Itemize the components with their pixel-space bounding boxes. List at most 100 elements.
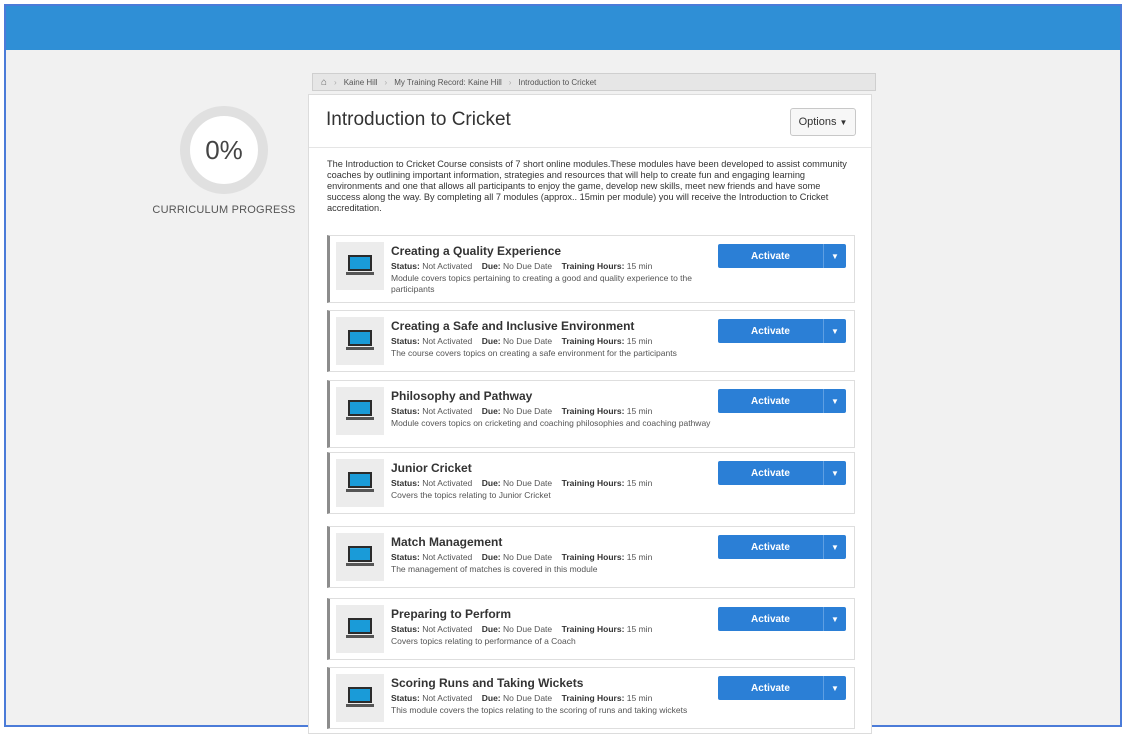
module-thumbnail (336, 605, 384, 653)
status-value: Not Activated (422, 261, 473, 271)
laptop-icon (346, 618, 374, 640)
module-title[interactable]: Scoring Runs and Taking Wickets (391, 676, 583, 690)
laptop-icon (346, 400, 374, 422)
breadcrumb-item-user[interactable]: Kaine Hill (344, 78, 378, 87)
laptop-icon (346, 330, 374, 352)
module-card[interactable]: Philosophy and Pathway Status: Not Activ… (327, 380, 855, 448)
activate-button[interactable]: Activate (718, 607, 824, 631)
course-panel: Introduction to Cricket Options ▼ The In… (308, 94, 872, 734)
status-label: Status: (391, 693, 420, 703)
hours-label: Training Hours: (561, 478, 625, 488)
activate-button-group: Activate ▼ (718, 389, 846, 413)
due-value: No Due Date (503, 693, 553, 703)
hours-value: 15 min (626, 478, 653, 488)
module-meta: Status: Not Activated Due: No Due Date T… (391, 406, 652, 416)
due-value: No Due Date (503, 406, 553, 416)
status-label: Status: (391, 478, 420, 488)
course-header: Introduction to Cricket Options ▼ (309, 95, 871, 148)
module-thumbnail (336, 459, 384, 507)
module-thumbnail (336, 317, 384, 365)
module-description: Covers the topics relating to Junior Cri… (391, 490, 551, 500)
hours-label: Training Hours: (561, 624, 625, 634)
module-card[interactable]: Match Management Status: Not Activated D… (327, 526, 855, 588)
hours-label: Training Hours: (561, 406, 625, 416)
module-card[interactable]: Creating a Quality Experience Status: No… (327, 235, 855, 303)
activate-button[interactable]: Activate (718, 389, 824, 413)
breadcrumb-separator: › (334, 77, 337, 87)
activate-button-group: Activate ▼ (718, 461, 846, 485)
progress-label: CURRICULUM PROGRESS (152, 204, 296, 216)
options-button[interactable]: Options ▼ (790, 108, 856, 136)
status-value: Not Activated (422, 336, 473, 346)
hours-label: Training Hours: (561, 261, 625, 271)
due-label: Due: (481, 693, 501, 703)
activate-dropdown-icon[interactable]: ▼ (824, 535, 846, 559)
hours-value: 15 min (626, 406, 653, 416)
due-value: No Due Date (503, 624, 553, 634)
module-description: The management of matches is covered in … (391, 564, 598, 574)
due-value: No Due Date (503, 478, 553, 488)
activate-button[interactable]: Activate (718, 676, 824, 700)
due-label: Due: (481, 478, 501, 488)
activate-dropdown-icon[interactable]: ▼ (824, 319, 846, 343)
home-icon[interactable]: ⌂ (321, 77, 327, 88)
module-title[interactable]: Match Management (391, 535, 502, 549)
laptop-icon (346, 546, 374, 568)
module-description: Module covers topics on cricketing and c… (391, 418, 711, 428)
module-description: Covers topics relating to performance of… (391, 636, 576, 646)
hours-label: Training Hours: (561, 552, 625, 562)
activate-button[interactable]: Activate (718, 461, 824, 485)
activate-button[interactable]: Activate (718, 244, 824, 268)
due-label: Due: (481, 624, 501, 634)
due-label: Due: (481, 336, 501, 346)
status-value: Not Activated (422, 624, 473, 634)
breadcrumb: ⌂ › Kaine Hill › My Training Record: Kai… (312, 73, 876, 91)
status-value: Not Activated (422, 552, 473, 562)
module-meta: Status: Not Activated Due: No Due Date T… (391, 336, 652, 346)
module-thumbnail (336, 674, 384, 722)
status-label: Status: (391, 336, 420, 346)
module-card[interactable]: Scoring Runs and Taking Wickets Status: … (327, 667, 855, 729)
module-description: Module covers topics pertaining to creat… (391, 273, 692, 294)
breadcrumb-separator: › (384, 77, 388, 87)
status-label: Status: (391, 552, 420, 562)
hours-value: 15 min (626, 552, 653, 562)
hours-label: Training Hours: (561, 336, 625, 346)
module-thumbnail (336, 533, 384, 581)
top-header-bar (6, 6, 1120, 50)
activate-dropdown-icon[interactable]: ▼ (824, 461, 846, 485)
status-value: Not Activated (422, 693, 473, 703)
module-title[interactable]: Junior Cricket (391, 461, 472, 475)
curriculum-progress: 0% CURRICULUM PROGRESS (152, 106, 295, 216)
activate-button-group: Activate ▼ (718, 319, 846, 343)
module-meta: Status: Not Activated Due: No Due Date T… (391, 624, 652, 634)
status-label: Status: (391, 406, 420, 416)
module-title[interactable]: Preparing to Perform (391, 607, 511, 621)
breadcrumb-item-training-record[interactable]: My Training Record: Kaine Hill (394, 78, 502, 87)
module-card[interactable]: Preparing to Perform Status: Not Activat… (327, 598, 855, 660)
status-value: Not Activated (422, 406, 473, 416)
module-title[interactable]: Creating a Quality Experience (391, 244, 561, 258)
module-thumbnail (336, 242, 384, 290)
activate-button-group: Activate ▼ (718, 535, 846, 559)
activate-button[interactable]: Activate (718, 319, 824, 343)
breadcrumb-separator: › (508, 77, 512, 87)
options-label: Options (798, 116, 837, 128)
due-label: Due: (481, 406, 501, 416)
activate-dropdown-icon[interactable]: ▼ (824, 244, 846, 268)
module-card[interactable]: Creating a Safe and Inclusive Environmen… (327, 310, 855, 372)
due-value: No Due Date (503, 261, 553, 271)
progress-ring: 0% (180, 106, 268, 194)
activate-button[interactable]: Activate (718, 535, 824, 559)
due-value: No Due Date (503, 336, 553, 346)
activate-dropdown-icon[interactable]: ▼ (824, 607, 846, 631)
module-card[interactable]: Junior Cricket Status: Not Activated Due… (327, 452, 855, 514)
activate-dropdown-icon[interactable]: ▼ (824, 389, 846, 413)
laptop-icon (346, 472, 374, 494)
hours-value: 15 min (626, 693, 653, 703)
module-title[interactable]: Philosophy and Pathway (391, 389, 532, 403)
activate-dropdown-icon[interactable]: ▼ (824, 676, 846, 700)
module-title[interactable]: Creating a Safe and Inclusive Environmen… (391, 319, 634, 333)
laptop-icon (346, 687, 374, 709)
module-meta: Status: Not Activated Due: No Due Date T… (391, 552, 652, 562)
